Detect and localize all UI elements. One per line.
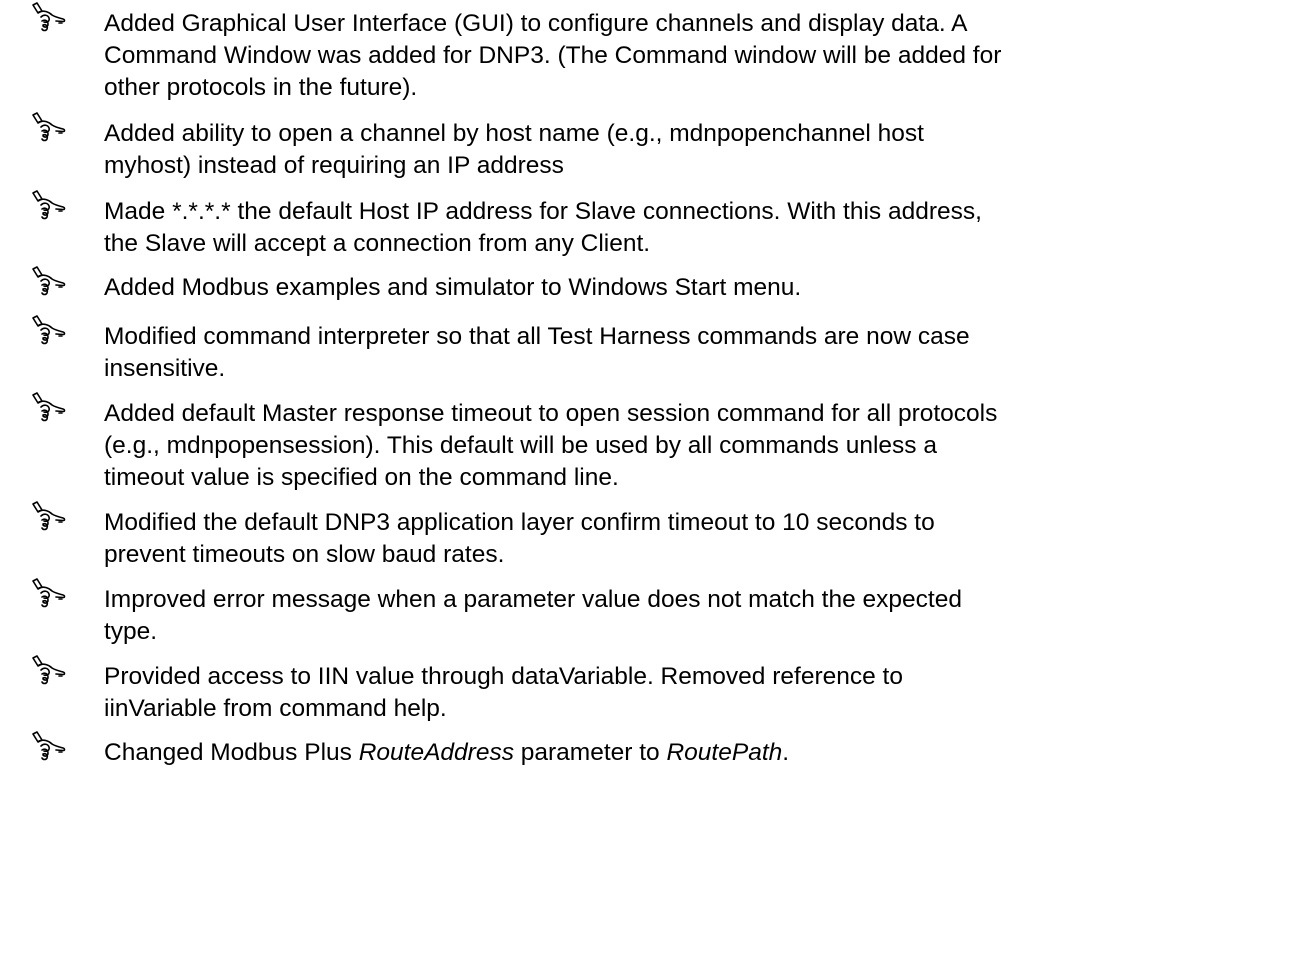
text-part: Changed Modbus Plus [104, 739, 359, 766]
list-item-text: Modified command interpreter so that all… [104, 323, 970, 382]
pointing-hand-icon [32, 392, 66, 422]
release-notes-list: Added Graphical User Interface (GUI) to … [0, 0, 1290, 955]
list-item-text: Improved error message when a parameter … [104, 586, 962, 645]
pointing-hand-icon [32, 731, 66, 761]
text-part: . [782, 739, 790, 766]
list-item-text: Added ability to open a channel by host … [104, 120, 924, 179]
list-item-text: Modified the default DNP3 application la… [104, 509, 935, 568]
list-item-text: Made *.*.*.* the default Host IP address… [104, 198, 982, 257]
pointing-hand-icon [32, 266, 66, 296]
pointing-hand-icon [32, 112, 66, 142]
pointing-hand-icon [32, 315, 66, 345]
text-part-italic: RouteAddress [358, 739, 514, 766]
list-item-text: Added default Master response timeout to… [104, 400, 998, 491]
pointing-hand-icon [32, 578, 66, 608]
list-item-text: Provided access to IIN value through dat… [104, 663, 903, 722]
pointing-hand-icon [32, 2, 66, 32]
list-item-text: Added Modbus examples and simulator to W… [104, 274, 802, 301]
text-part: parameter to [513, 739, 667, 766]
text-part-italic: RoutePath [666, 739, 783, 766]
list-item-text: Added Graphical User Interface (GUI) to … [104, 10, 1002, 101]
pointing-hand-icon [32, 655, 66, 685]
pointing-hand-icon [32, 501, 66, 531]
pointing-hand-icon [32, 190, 66, 220]
list-item-text: Changed Modbus Plus RouteAddress paramet… [104, 737, 1284, 769]
